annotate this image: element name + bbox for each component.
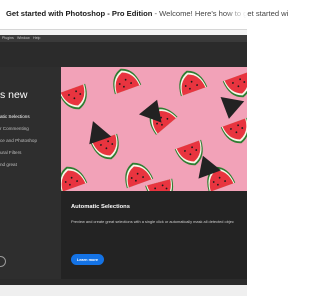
- slice-3: [173, 67, 208, 97]
- window-title-main: Get started with Photoshop - Pro Edition: [6, 9, 153, 18]
- sidebar-item-neural-filters[interactable]: ural Filters: [0, 150, 21, 155]
- slice-4: [222, 71, 247, 103]
- window-title-bar: Get started with Photoshop - Pro Edition…: [0, 0, 288, 30]
- feature-panel: Automatic Selections Preview and create …: [61, 191, 247, 279]
- background-strip: [0, 285, 247, 296]
- menu-window[interactable]: Window: [17, 35, 30, 42]
- learn-more-button[interactable]: Learn more: [71, 254, 104, 265]
- feature-title: Automatic Selections: [71, 204, 130, 210]
- slice-6: [220, 117, 247, 149]
- menu-bar: Plugins Window Help: [0, 35, 247, 42]
- title-fade: [225, 0, 247, 29]
- slice-10: [145, 178, 178, 191]
- photoshop-window: Plugins Window Help s new atic Selection…: [0, 35, 247, 285]
- window-title-subtitle: Welcome! Here's how to get started wi: [159, 9, 289, 18]
- rind-1: [217, 97, 245, 121]
- sidebar-item-commenting[interactable]: r Commenting: [0, 126, 29, 131]
- menu-help[interactable]: Help: [33, 35, 40, 42]
- sidebar: s new atic Selections r Commenting ce an…: [0, 67, 61, 279]
- slice-2: [107, 67, 142, 95]
- sidebar-item-automatic-selections[interactable]: atic Selections: [0, 114, 30, 119]
- carousel-indicator-icon[interactable]: [0, 256, 6, 267]
- hero-image: [61, 67, 247, 191]
- menu-plugins[interactable]: Plugins: [2, 35, 14, 42]
- watermelon-slices-illustration: [61, 67, 247, 191]
- sidebar-item-photoshop[interactable]: ce and Photoshop: [0, 138, 37, 143]
- feature-description: Preview and create great selections with…: [71, 219, 234, 224]
- slice-11: [61, 161, 88, 191]
- slice-1: [61, 83, 93, 115]
- sidebar-heading: s new: [0, 89, 28, 101]
- sidebar-item-great[interactable]: nd great: [0, 162, 17, 167]
- slice-9: [119, 157, 154, 189]
- whats-new-dialog: s new atic Selections r Commenting ce an…: [0, 67, 247, 279]
